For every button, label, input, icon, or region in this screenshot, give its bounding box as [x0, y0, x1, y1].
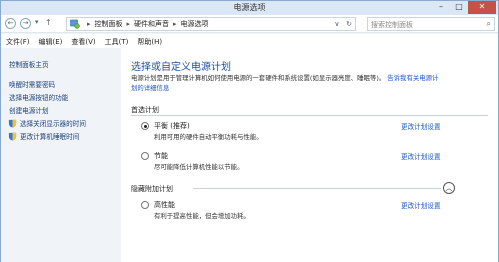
address-dropdown-icon[interactable]: ∨ [334, 20, 339, 28]
preferred-plans-heading: 首选计划 [131, 106, 159, 114]
hidden-plans-heading[interactable]: 隐藏附加计划 [131, 184, 173, 194]
minimize-button[interactable]: – [432, 1, 450, 14]
plan-balanced-desc: 利用可用的硬件自动平衡功耗与性能。 [154, 133, 263, 141]
shield-icon [8, 132, 17, 141]
menu-view[interactable]: 查看(V) [66, 34, 99, 48]
description-text: 电源计划是用于管理计算机如何使用电源的一套硬件和系统设置(如显示器亮度、睡眠等)… [131, 74, 386, 82]
sidebar-item-label: 选择关闭显示器的时间 [20, 120, 86, 128]
sidebar-item-control-panel-home[interactable]: 控制面板主页 [9, 59, 49, 69]
plan-power-saver-desc: 尽可能降低计算机性能以节能。 [154, 163, 244, 171]
learn-more-link-continued[interactable]: 划的详细信息 [131, 84, 169, 92]
sidebar-item-label: 更改计算机睡眠时间 [20, 133, 80, 141]
menu-bar: 文件(F) 编辑(E) 查看(V) 工具(T) 帮助(H) [1, 34, 498, 48]
navigation-bar: ← → ▾ ↑ ▸ 控制面板 ▸ 硬件和声音 ▸ 电源选项 ∨ ↻ 搜索控制面板… [1, 15, 498, 33]
sidebar-item-display-off-time[interactable]: 选择关闭显示器的时间 [8, 118, 86, 128]
page-description: 电源计划是用于管理计算机如何使用电源的一套硬件和系统设置(如显示器亮度、睡眠等)… [131, 73, 491, 93]
search-input[interactable]: 搜索控制面板 ⌕ [367, 17, 495, 31]
close-button[interactable]: ✕ [468, 1, 496, 14]
maximize-button[interactable]: □ [450, 1, 468, 14]
plan-high-performance-radio[interactable] [141, 201, 149, 209]
sidebar-item-wake-password[interactable]: 唤醒时需要密码 [9, 79, 55, 89]
search-icon[interactable]: ⌕ [487, 19, 491, 29]
learn-more-link[interactable]: 告诉我有关电源计 [387, 74, 438, 82]
plan-balanced-change-link[interactable]: 更改计划设置 [401, 121, 441, 131]
plan-high-performance-name[interactable]: 高性能 [154, 200, 175, 210]
window-controls: – □ ✕ [432, 1, 496, 14]
plan-power-saver-name[interactable]: 节能 [154, 151, 168, 161]
page-title: 选择或自定义电源计划 [131, 62, 231, 73]
breadcrumb-separator-icon: ▸ [173, 20, 177, 28]
plan-power-saver-change-link[interactable]: 更改计划设置 [401, 151, 441, 161]
plan-power-saver-radio[interactable] [141, 152, 149, 160]
address-bar[interactable]: ▸ 控制面板 ▸ 硬件和声音 ▸ 电源选项 ∨ ↻ [66, 17, 356, 31]
title-bar: 电源选项 – □ ✕ [1, 1, 498, 15]
history-dropdown-icon[interactable]: ▾ [35, 18, 39, 26]
plan-high-performance-change-link[interactable]: 更改计划设置 [401, 200, 441, 210]
up-button[interactable]: ↑ [45, 18, 52, 27]
breadcrumb-control-panel[interactable]: 控制面板 [95, 19, 123, 29]
plan-high-performance-desc: 有利于提高性能，但会增加功耗。 [154, 212, 250, 220]
plan-balanced-radio[interactable] [141, 122, 149, 130]
power-options-window: 电源选项 – □ ✕ ← → ▾ ↑ ▸ 控制面板 ▸ 硬件和声音 ▸ 电源选项… [0, 0, 499, 262]
divider [131, 115, 488, 116]
breadcrumb-hardware-sound[interactable]: 硬件和声音 [134, 19, 169, 29]
collapse-icon[interactable]: ︿ [443, 182, 455, 194]
menu-help[interactable]: 帮助(H) [132, 34, 166, 48]
shield-icon [8, 119, 17, 128]
window-title: 电源选项 [233, 3, 266, 12]
divider [193, 188, 441, 189]
sidebar: 控制面板主页 唤醒时需要密码 选择电源按钮的功能 创建电源计划 选择关闭显示器的… [1, 48, 121, 262]
refresh-icon[interactable]: ↻ [346, 20, 352, 28]
breadcrumb-power-options[interactable]: 电源选项 [181, 19, 209, 29]
back-button[interactable]: ← [5, 18, 16, 29]
search-placeholder: 搜索控制面板 [371, 21, 413, 29]
menu-file[interactable]: 文件(F) [1, 34, 34, 48]
sidebar-item-sleep-time[interactable]: 更改计算机睡眠时间 [8, 131, 80, 141]
sidebar-item-power-buttons[interactable]: 选择电源按钮的功能 [9, 92, 68, 102]
sidebar-item-create-plan[interactable]: 创建电源计划 [9, 105, 49, 115]
breadcrumb-separator-icon: ▸ [87, 20, 91, 28]
menu-tools[interactable]: 工具(T) [100, 34, 133, 48]
forward-button[interactable]: → [20, 18, 31, 29]
breadcrumb-separator-icon: ▸ [126, 20, 131, 28]
menu-edit[interactable]: 编辑(E) [34, 34, 67, 48]
main-content: 选择或自定义电源计划 电源计划是用于管理计算机如何使用电源的一套硬件和系统设置(… [121, 48, 498, 262]
plan-balanced-name[interactable]: 平衡 (推荐) [154, 121, 190, 131]
control-panel-icon [70, 19, 80, 29]
address-controls: ∨ ↻ [334, 20, 352, 28]
